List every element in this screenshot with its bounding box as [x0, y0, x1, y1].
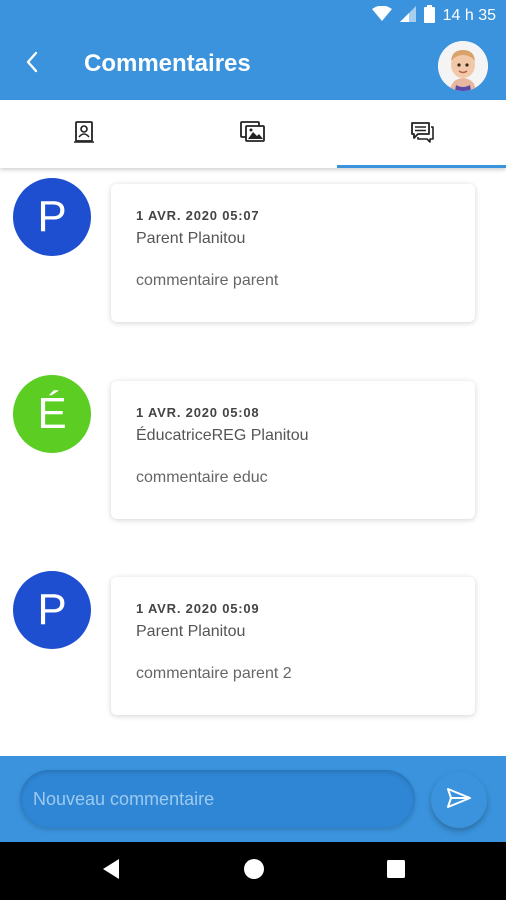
- tab-gallery[interactable]: [169, 100, 338, 168]
- comment-author: ÉducatriceREG Planitou: [136, 427, 309, 444]
- comment-input-container: [20, 770, 415, 828]
- status-icons: 14 h 35: [371, 4, 496, 28]
- child-avatar[interactable]: [438, 41, 488, 91]
- status-time: 14 h 35: [442, 7, 496, 24]
- comment-author: Parent Planitou: [136, 230, 246, 247]
- nav-back-button[interactable]: [97, 857, 125, 885]
- comment-date: 1 AVR. 2020 05:07: [136, 208, 260, 223]
- contact-card-icon: [74, 120, 95, 148]
- comments-list[interactable]: P 1 AVR. 2020 05:07 Parent Planitou comm…: [0, 168, 506, 756]
- tab-comments[interactable]: [337, 100, 506, 168]
- send-button[interactable]: [431, 772, 487, 828]
- comment-date: 1 AVR. 2020 05:08: [136, 405, 260, 420]
- comment-text: commentaire parent: [136, 272, 279, 289]
- comment-author: Parent Planitou: [136, 623, 246, 640]
- comment-card: 1 AVR. 2020 05:08 ÉducatriceREG Planitou…: [111, 381, 475, 519]
- tab-bar: [0, 100, 506, 168]
- avatar-initial: P: [37, 585, 67, 634]
- comment-item: P 1 AVR. 2020 05:07 Parent Planitou comm…: [0, 178, 506, 328]
- comment-card: 1 AVR. 2020 05:09 Parent Planitou commen…: [111, 577, 475, 715]
- comment-text: commentaire educ: [136, 469, 268, 486]
- page-title: Commentaires: [84, 50, 251, 77]
- wifi-icon: [371, 5, 392, 27]
- avatar-initial: P: [37, 192, 67, 241]
- app-bar: Commentaires: [0, 32, 506, 100]
- author-avatar: É: [13, 375, 91, 453]
- nav-home-button[interactable]: [240, 857, 268, 885]
- triangle-back-icon: [101, 858, 121, 885]
- photo-gallery-icon: [240, 120, 266, 148]
- avatar-initial: É: [37, 389, 67, 438]
- nav-recents-button[interactable]: [382, 857, 410, 885]
- top-app-area: 14 h 35 Commentaires: [0, 0, 506, 100]
- system-nav-bar: [0, 842, 506, 900]
- comment-item: É 1 AVR. 2020 05:08 ÉducatriceREG Planit…: [0, 375, 506, 525]
- chevron-left-icon: [25, 51, 39, 78]
- comment-item: P 1 AVR. 2020 05:09 Parent Planitou comm…: [0, 571, 506, 721]
- comments-icon: [410, 121, 434, 148]
- back-button[interactable]: [14, 46, 50, 82]
- author-avatar: P: [13, 571, 91, 649]
- child-photo-icon: [438, 41, 488, 91]
- comment-date: 1 AVR. 2020 05:09: [136, 601, 260, 616]
- author-avatar: P: [13, 178, 91, 256]
- comment-text: commentaire parent 2: [136, 665, 292, 682]
- signal-icon: [399, 5, 416, 27]
- new-comment-input[interactable]: [33, 788, 415, 810]
- comment-input-bar: [0, 756, 506, 842]
- comment-card: 1 AVR. 2020 05:07 Parent Planitou commen…: [111, 184, 475, 322]
- battery-icon: [423, 4, 435, 28]
- circle-home-icon: [243, 858, 265, 885]
- status-bar: 14 h 35: [0, 0, 506, 32]
- send-icon: [446, 787, 472, 814]
- square-recents-icon: [386, 859, 406, 884]
- tab-profile[interactable]: [0, 100, 169, 168]
